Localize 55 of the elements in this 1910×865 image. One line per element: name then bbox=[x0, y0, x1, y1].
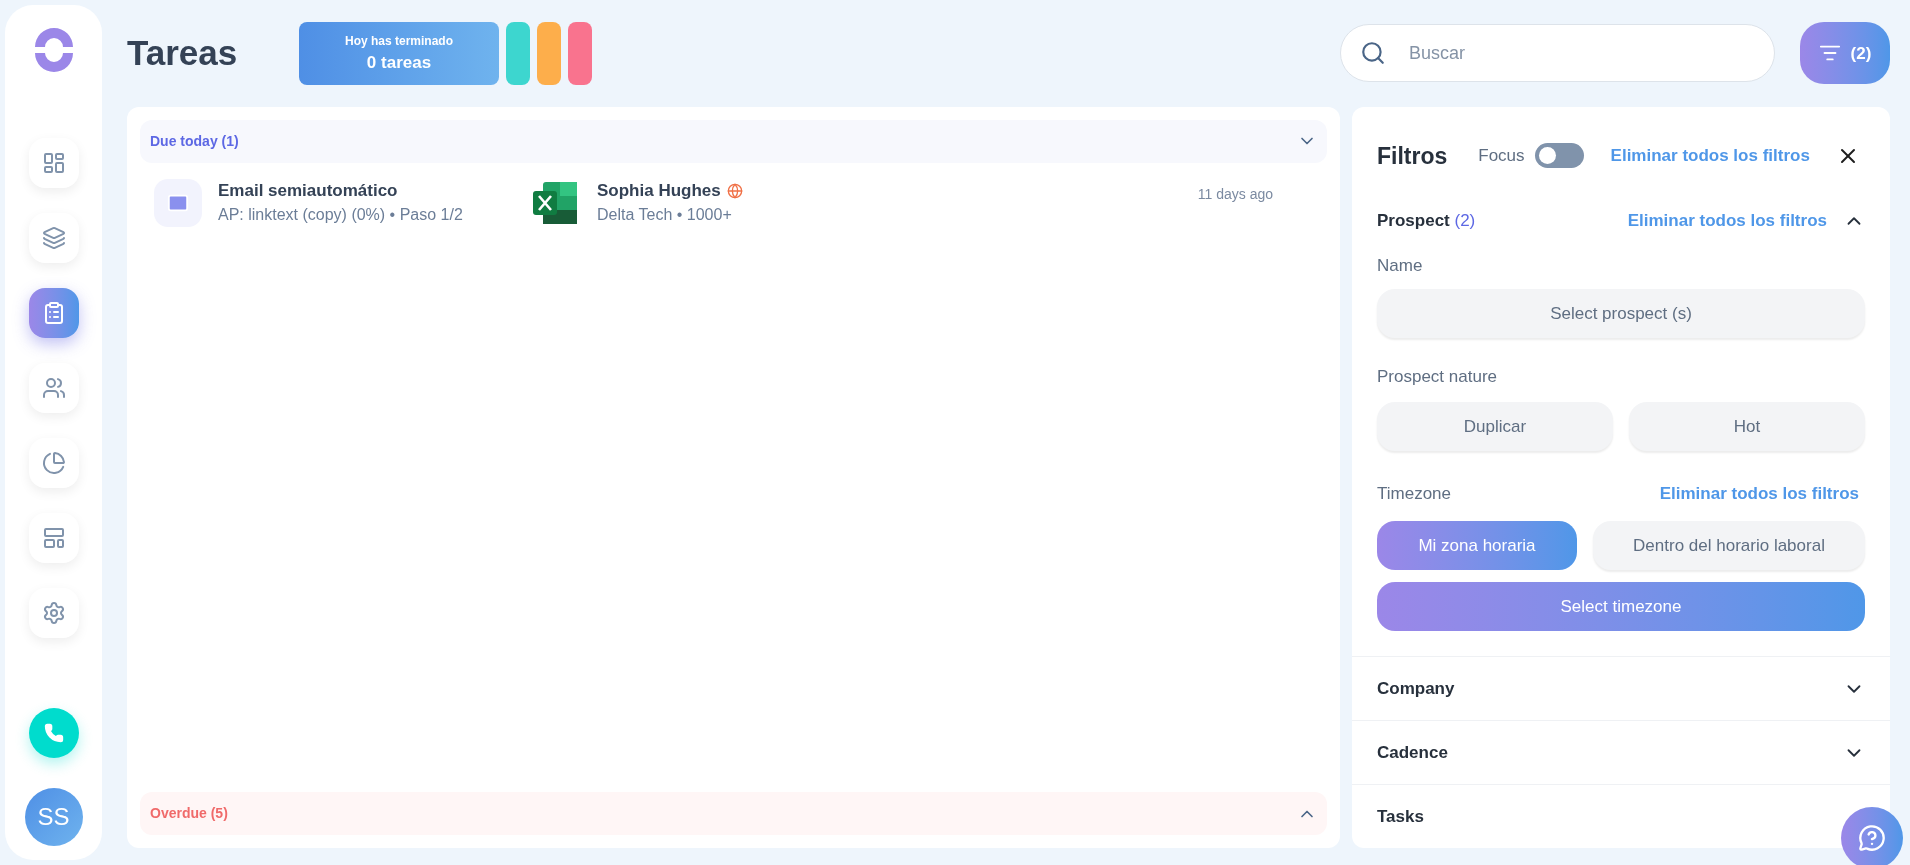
color-pill[interactable] bbox=[506, 21, 530, 85]
group-header[interactable]: Due today (1) bbox=[140, 119, 1327, 163]
search-icon bbox=[1360, 40, 1386, 67]
sidebar-item[interactable] bbox=[28, 213, 79, 263]
sidebar-item[interactable] bbox=[28, 513, 79, 563]
sidebar-item[interactable] bbox=[28, 363, 79, 413]
sidebar-item[interactable] bbox=[28, 588, 79, 638]
filters-title: Filtros bbox=[1377, 141, 1448, 171]
sidebar-item[interactable] bbox=[28, 438, 79, 488]
clear-filters-link[interactable]: Eliminar todos los filtros bbox=[1610, 143, 1810, 169]
clear-group-link[interactable]: Eliminar todos los filtros bbox=[1659, 481, 1859, 507]
section-title[interactable]: Tasks bbox=[1377, 803, 1424, 830]
sidebar-item[interactable] bbox=[28, 138, 79, 188]
clear-section-link[interactable]: Eliminar todos los filtros bbox=[1627, 208, 1827, 234]
phone-icon bbox=[43, 723, 64, 743]
section-title[interactable]: Prospect (2) bbox=[1377, 208, 1476, 234]
prospect-name[interactable]: Sophia Hughes bbox=[597, 177, 721, 204]
filter-option[interactable]: Hot bbox=[1629, 402, 1865, 451]
filter-button[interactable]: (2) bbox=[1800, 22, 1890, 85]
task-title: Email semiautomático bbox=[218, 179, 399, 202]
field-label: Name bbox=[1377, 255, 1423, 278]
filter-option[interactable]: Duplicar bbox=[1377, 402, 1613, 451]
focus-label: Focus bbox=[1478, 145, 1525, 167]
help-button[interactable] bbox=[1841, 807, 1903, 865]
group-header[interactable]: Overdue (5) bbox=[140, 792, 1327, 835]
field-label: Timezone bbox=[1377, 483, 1451, 506]
spreadsheet-icon bbox=[533, 181, 577, 224]
focus-toggle[interactable] bbox=[1534, 143, 1584, 169]
select-prospect-button[interactable]: Select prospect (s) bbox=[1377, 289, 1865, 338]
stack-icon bbox=[41, 226, 66, 250]
search-field[interactable]: Buscar bbox=[1340, 24, 1775, 83]
people-icon bbox=[41, 376, 66, 400]
page-title: Tareas bbox=[127, 32, 239, 74]
pie-chart-icon bbox=[41, 451, 66, 475]
layout-icon bbox=[41, 526, 66, 550]
task-subtitle: AP: linktext (copy) (0%) • Paso 1/2 bbox=[218, 205, 464, 226]
dashboard-icon bbox=[41, 151, 66, 175]
sidebar-item[interactable] bbox=[28, 288, 79, 338]
color-pill[interactable] bbox=[568, 21, 592, 85]
section-title[interactable]: Company bbox=[1377, 675, 1455, 702]
stats-label: Hoy has terminado bbox=[345, 32, 453, 50]
settings-icon bbox=[41, 601, 66, 625]
select-timezone-button[interactable]: Select timezone bbox=[1377, 582, 1865, 631]
field-label: Prospect nature bbox=[1377, 366, 1497, 389]
task-time: 11 days ago bbox=[1197, 185, 1273, 204]
section-title[interactable]: Cadence bbox=[1377, 739, 1448, 766]
call-button[interactable] bbox=[28, 708, 79, 758]
company-info: Delta Tech • 1000+ bbox=[597, 205, 733, 226]
filter-option[interactable]: Dentro del horario laboral bbox=[1593, 521, 1865, 570]
globe-icon bbox=[726, 182, 743, 199]
filter-option[interactable]: Mi zona horaria bbox=[1377, 521, 1577, 570]
stats-value: 0 tareas bbox=[366, 51, 432, 74]
color-pill[interactable] bbox=[537, 21, 561, 85]
user-avatar[interactable]: SS bbox=[24, 788, 83, 846]
help-icon bbox=[1858, 824, 1886, 852]
